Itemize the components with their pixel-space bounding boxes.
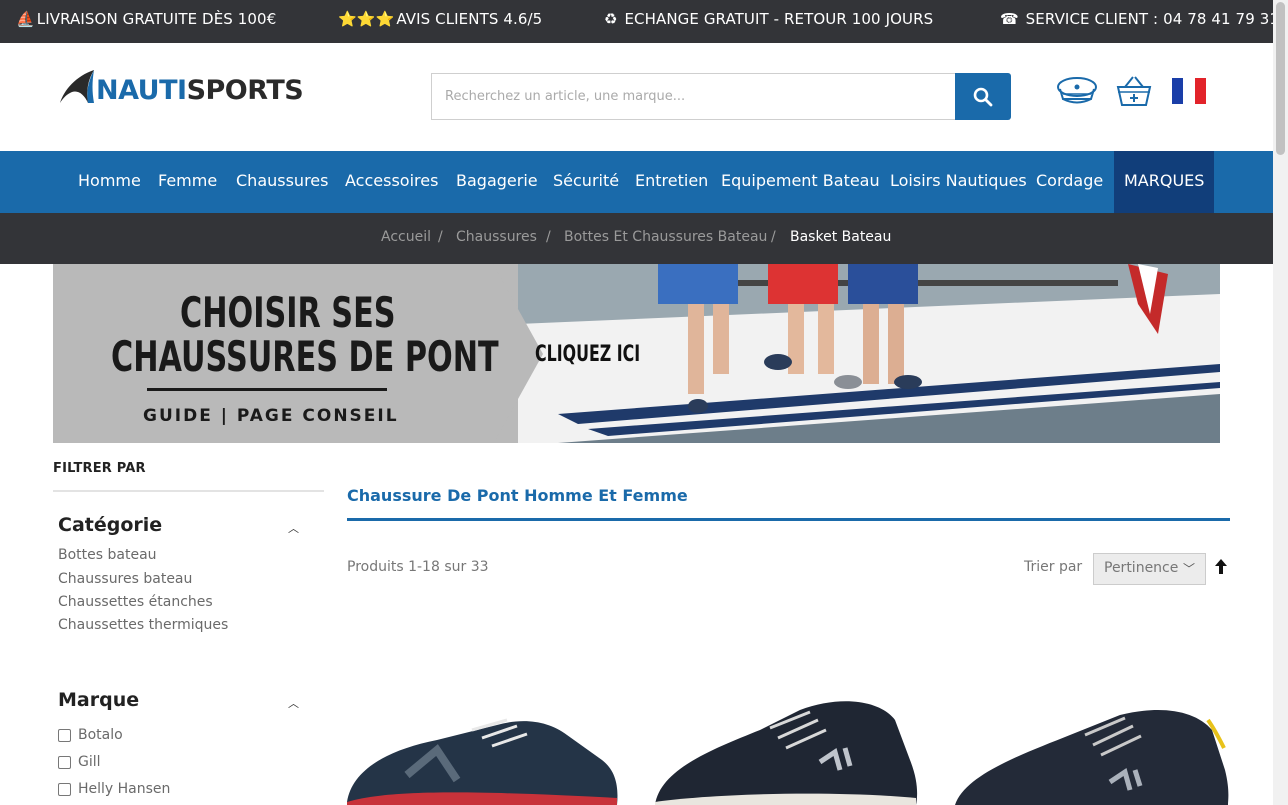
france-flag-icon[interactable] <box>1172 78 1206 104</box>
sort-select[interactable]: Pertinence ﹀ <box>1093 553 1206 585</box>
promo-text: AVIS CLIENTS 4.6/5 <box>396 10 543 28</box>
chevron-up-icon[interactable]: ︿ <box>288 695 299 711</box>
breadcrumb-item-chaussures[interactable]: Chaussures <box>456 229 537 245</box>
banner-subtitle: GUIDE | PAGE CONSEIL <box>143 406 399 426</box>
listing-heading: Chaussure De Pont Homme Et Femme <box>347 486 688 505</box>
checkbox[interactable] <box>58 728 71 742</box>
product-count: Produits 1-18 sur 33 <box>347 559 489 575</box>
category-link[interactable]: Chaussettes thermiques <box>58 617 228 633</box>
nav-item-cordage[interactable]: Cordage <box>1036 151 1103 213</box>
breadcrumb-separator: / <box>438 229 443 245</box>
promo-free-delivery: ⛵ LIVRAISON GRATUITE DÈS 100€ <box>16 10 276 28</box>
site-header: NAUTI SPORTS <box>0 43 1273 151</box>
promo-reviews: ⭐⭐⭐ AVIS CLIENTS 4.6/5 <box>338 10 542 28</box>
brand-label: Helly Hansen <box>78 781 171 797</box>
search-bar <box>431 73 1011 120</box>
checkbox[interactable] <box>58 755 71 769</box>
stars-icon: ⭐⭐⭐ <box>338 10 395 28</box>
facet-title-category[interactable]: Catégorie <box>58 514 162 536</box>
breadcrumb-separator: / <box>771 229 776 245</box>
listing-heading-underline <box>347 518 1230 521</box>
promo-bar: ⛵ LIVRAISON GRATUITE DÈS 100€ ⭐⭐⭐ AVIS CLI… <box>0 0 1279 43</box>
nav-item-entretien[interactable]: Entretien <box>635 151 708 213</box>
category-link[interactable]: Chaussettes étanches <box>58 594 213 610</box>
brand-filter-option[interactable]: Gill <box>58 754 101 770</box>
chevron-down-icon: ﹀ <box>1182 562 1195 576</box>
nav-item-homme[interactable]: Homme <box>78 151 141 213</box>
breadcrumb: Accueil / Chaussures / Bottes Et Chaussu… <box>0 213 1273 264</box>
category-link[interactable]: Bottes bateau <box>58 547 157 563</box>
checkbox[interactable] <box>58 782 71 796</box>
promo-text: SERVICE CLIENT : 04 78 41 79 31 <box>1025 10 1279 28</box>
nav-item-equipement-bateau[interactable]: Equipement Bateau <box>721 151 880 213</box>
banner-cta[interactable]: CLIQUEZ ICI <box>535 342 640 367</box>
search-button[interactable] <box>955 73 1011 120</box>
promo-text: LIVRAISON GRATUITE DÈS 100€ <box>36 10 277 28</box>
category-link[interactable]: Chaussures bateau <box>58 571 192 587</box>
recycle-icon: ♻ <box>604 10 618 28</box>
brand-label: Botalo <box>78 727 123 743</box>
promo-text: ECHANGE GRATUIT - RETOUR 100 JOURS <box>624 10 934 28</box>
brand-filter-option[interactable]: Helly Hansen <box>58 781 170 797</box>
breadcrumb-item-bottes-chaussures[interactable]: Bottes Et Chaussures Bateau <box>564 229 767 245</box>
nav-item-chaussures[interactable]: Chaussures <box>236 151 328 213</box>
chevron-up-icon[interactable]: ︿ <box>288 520 299 536</box>
product-image[interactable] <box>650 690 930 805</box>
phone-icon: ☎ <box>1000 10 1019 28</box>
sort-label: Trier par <box>1024 559 1083 575</box>
facet-title-brand[interactable]: Marque <box>58 689 139 711</box>
nav-item-loisirs-nautiques[interactable]: Loisirs Nautiques <box>890 151 1027 213</box>
guide-banner[interactable]: CHOISIR SES CHAUSSURES DE PONT GUIDE | P… <box>53 264 1220 443</box>
sort-selected-value: Pertinence <box>1104 560 1179 576</box>
nav-item-bagagerie[interactable]: Bagagerie <box>456 151 538 213</box>
scrollbar-thumb[interactable] <box>1276 2 1285 155</box>
account-captain-hat-icon[interactable] <box>1055 75 1099 107</box>
sailboat-icon: ⛵ <box>16 10 35 28</box>
search-icon <box>973 87 993 106</box>
banner-divider <box>147 388 387 391</box>
product-image[interactable] <box>950 690 1230 805</box>
shark-fin-logo-icon <box>60 70 94 103</box>
nav-item-securite[interactable]: Sécurité <box>553 151 619 213</box>
nav-item-accessoires[interactable]: Accessoires <box>345 151 438 213</box>
logo-text-sports: SPORTS <box>186 75 304 106</box>
logo-text-nauti: NAUTI <box>96 75 187 106</box>
breadcrumb-separator: / <box>546 229 551 245</box>
brand-filter-option[interactable]: Botalo <box>58 727 123 743</box>
breadcrumb-item-accueil[interactable]: Accueil <box>381 229 431 245</box>
filter-title: FILTRER PAR <box>53 461 146 476</box>
page-scrollbar[interactable] <box>1273 0 1288 805</box>
sort-direction-arrow-icon[interactable] <box>1214 558 1228 576</box>
nav-item-marques[interactable]: MARQUES <box>1114 151 1215 213</box>
search-input[interactable] <box>431 73 956 120</box>
breadcrumb-item-current: Basket Bateau <box>790 229 892 245</box>
promo-returns: ♻ ECHANGE GRATUIT - RETOUR 100 JOURS <box>604 10 933 28</box>
nav-item-femme[interactable]: Femme <box>158 151 217 213</box>
cart-icon[interactable] <box>1115 75 1153 107</box>
product-image[interactable] <box>347 690 627 805</box>
main-nav: Homme Femme Chaussures Accessoires Bagag… <box>0 151 1273 213</box>
banner-title-line2: CHAUSSURES DE PONT <box>111 332 499 381</box>
filter-divider <box>53 490 324 492</box>
promo-customer-service: ☎ SERVICE CLIENT : 04 78 41 79 31 <box>1000 10 1279 28</box>
brand-label: Gill <box>78 754 101 770</box>
banner-title-line1: CHOISIR SES <box>180 288 396 337</box>
site-logo[interactable]: NAUTI SPORTS <box>58 70 304 106</box>
